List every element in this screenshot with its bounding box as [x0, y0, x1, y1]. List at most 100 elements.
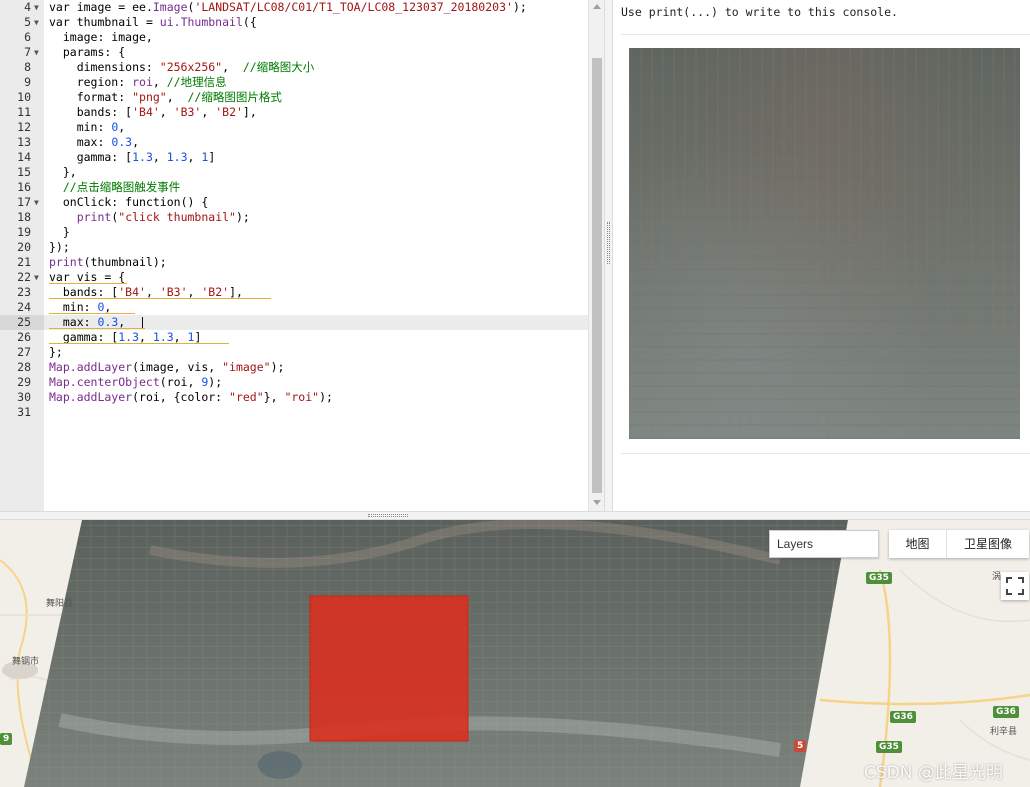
code-token: ui.Thumbnail — [159, 15, 243, 29]
horizontal-splitter[interactable] — [0, 511, 1030, 520]
code-token: min: — [49, 120, 112, 134]
line-number: 8 — [0, 60, 44, 75]
code-line[interactable]: 28 Map.addLayer(image, vis, "image"); — [0, 360, 588, 375]
line-number: 17 ▼ — [0, 195, 44, 210]
code-token: 1.3 — [118, 330, 140, 344]
code-text: print(thumbnail); — [49, 255, 167, 270]
line-number: 21 — [0, 255, 44, 270]
layers-control[interactable]: Layers — [769, 530, 879, 558]
code-line[interactable]: 18 print("click thumbnail"); — [0, 210, 588, 225]
code-token: }); — [49, 240, 70, 254]
code-line[interactable]: 16 //点击缩略图触发事件 — [0, 180, 588, 195]
line-number-text: 24 — [17, 300, 31, 314]
map-type-satellite-button[interactable]: 卫星图像 — [947, 530, 1029, 558]
code-token: 'B2' — [201, 285, 230, 299]
fold-arrow-icon[interactable]: ▼ — [34, 0, 39, 15]
place-label: 舞钢市 — [12, 657, 40, 667]
line-number: 26 — [0, 330, 44, 345]
splitter-grip-icon[interactable] — [607, 222, 610, 264]
fold-arrow-icon[interactable]: ▼ — [34, 15, 39, 30]
code-line[interactable]: 14 gamma: [1.3, 1.3, 1] — [0, 150, 588, 165]
code-line[interactable]: 15 }, — [0, 165, 588, 180]
code-token: , — [222, 60, 243, 74]
code-token: (thumbnail); — [83, 255, 167, 269]
lint-warning-underline — [49, 283, 127, 284]
thumbnail-texture — [629, 48, 1020, 439]
code-line[interactable]: 11 bands: ['B4', 'B3', 'B2'], — [0, 105, 588, 120]
code-token: , — [187, 150, 202, 164]
code-line[interactable]: 12 min: 0, — [0, 120, 588, 135]
code-line[interactable]: 9 region: roi, //地理信息 — [0, 75, 588, 90]
map-type-map-button[interactable]: 地图 — [889, 530, 947, 558]
vertical-splitter[interactable] — [604, 0, 613, 511]
editor-scrollbar[interactable] — [588, 0, 604, 511]
code-line[interactable]: 13 max: 0.3, — [0, 135, 588, 150]
code-line[interactable]: 19 } — [0, 225, 588, 240]
code-token: 'B2' — [215, 105, 243, 119]
code-token: "red" — [229, 390, 264, 404]
scroll-up-arrow-icon[interactable] — [593, 4, 601, 9]
road-badge-g36: G36 — [890, 711, 916, 723]
roi-rectangle[interactable] — [309, 595, 469, 742]
fold-arrow-icon[interactable]: ▼ — [34, 195, 39, 210]
code-line[interactable]: 21 print(thumbnail); — [0, 255, 588, 270]
line-number-text: 8 — [24, 60, 31, 74]
line-number: 9 — [0, 75, 44, 90]
road-badge-g36: G36 — [993, 706, 1019, 718]
code-token: , — [118, 120, 126, 134]
code-token: dimensions: — [49, 60, 160, 74]
scroll-down-arrow-icon[interactable] — [593, 500, 601, 505]
line-number-text: 21 — [17, 255, 31, 269]
code-line[interactable]: 7 ▼ params: { — [0, 45, 588, 60]
code-token: thumbnail = — [76, 15, 160, 29]
code-token: ] — [194, 330, 202, 344]
code-line[interactable]: 10 format: "png", //缩略图图片格式 — [0, 90, 588, 105]
code-editor[interactable]: 4 ▼ var image = ee.Image('LANDSAT/LC08/C01… — [0, 0, 604, 511]
fold-arrow-icon[interactable]: ▼ — [34, 270, 39, 285]
map-view[interactable]: G35 G36 G36 G35 5 9 舞阳县 舞钢市 利辛县 涡 Layers… — [0, 520, 1030, 787]
line-number-text: 31 — [17, 405, 31, 419]
line-number-text: 9 — [24, 75, 31, 89]
code-line[interactable]: 29 Map.centerObject(roi, 9); — [0, 375, 588, 390]
code-line[interactable]: 25 max: 0.3, | — [0, 315, 588, 330]
line-number: 19 — [0, 225, 44, 240]
code-token: ); — [270, 360, 285, 374]
fold-arrow-icon[interactable]: ▼ — [34, 45, 39, 60]
splitter-grip-icon[interactable] — [368, 514, 408, 517]
code-text: } — [49, 225, 70, 240]
code-text: var thumbnail = ui.Thumbnail({ — [49, 15, 257, 30]
code-line[interactable]: 20}); — [0, 240, 588, 255]
code-text: max: 0.3, — [49, 135, 139, 150]
code-token: min: — [49, 300, 98, 314]
code-line[interactable]: 6 image: image, — [0, 30, 588, 45]
code-token: Image — [152, 0, 188, 14]
code-line[interactable]: 26 gamma: [1.3, 1.3, 1] — [0, 330, 588, 345]
code-line[interactable]: 17 ▼ onClick: function() { — [0, 195, 588, 210]
code-token: roi — [132, 75, 153, 89]
code-token: , — [132, 135, 140, 149]
map-type-control[interactable]: 地图 卫星图像 — [889, 530, 1029, 558]
code-token: , — [201, 105, 216, 119]
code-text: image: image, — [49, 30, 153, 45]
lint-warning-underline — [49, 298, 271, 299]
code-token: var — [49, 15, 77, 29]
line-number: 16 — [0, 180, 44, 195]
editor-scroll-thumb[interactable] — [592, 58, 602, 493]
code-line[interactable]: 23 bands: ['B4', 'B3', 'B2'], — [0, 285, 588, 300]
code-line[interactable]: 27}; — [0, 345, 588, 360]
code-lines[interactable]: 4 ▼ var image = ee.Image('LANDSAT/LC08/C01… — [0, 0, 588, 420]
fullscreen-button[interactable] — [1001, 572, 1029, 600]
code-line[interactable]: 8 dimensions: "256x256", //缩略图大小 — [0, 60, 588, 75]
code-line[interactable]: 24 min: 0, — [0, 300, 588, 315]
code-line[interactable]: 5 ▼ var thumbnail = ui.Thumbnail({ — [0, 15, 588, 30]
code-text: }; — [49, 345, 63, 360]
code-token: image: image, — [49, 30, 153, 44]
lint-warning-underline — [49, 313, 135, 314]
code-line[interactable]: 31 — [0, 405, 588, 420]
thumbnail-image[interactable] — [629, 48, 1020, 439]
code-line[interactable]: 4 ▼ var image = ee.Image('LANDSAT/LC08/C01… — [0, 0, 588, 15]
code-line[interactable]: 22 ▼ var vis = { — [0, 270, 588, 285]
code-token: "png" — [132, 90, 167, 104]
code-line[interactable]: 30 Map.addLayer(roi, {color: "red"}, "roi… — [0, 390, 588, 405]
code-token: (roi, {color: — [132, 390, 230, 404]
